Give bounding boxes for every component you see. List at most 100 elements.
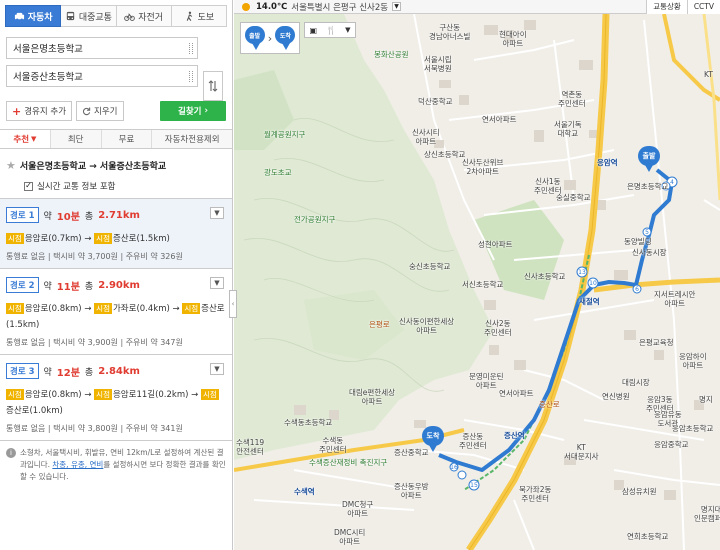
tab-shortest-label: 최단 [67, 135, 84, 145]
calculation-note: i 소형차, 서울택시비, 휘발유, 연비 12km/L로 설정하여 계산된 결… [0, 440, 232, 483]
checkbox-checked-icon: ✓ [24, 181, 33, 191]
destination-input[interactable]: 서울증산초등학교 [6, 65, 198, 87]
map-label: 수색119 안전센터 [236, 438, 265, 456]
directions-panel: 자동차 대중교통 자전거 도보 서울은명초등학교 서울증산초등학교 + 경유지 … [0, 0, 233, 550]
route-roads: 시점 응암로(0.7km) → 시점 증산로(1.5km) [6, 231, 226, 247]
star-icon[interactable]: ★ [6, 159, 16, 172]
map-label: DMC청구 아파트 [342, 500, 374, 518]
drag-handle-icon[interactable] [189, 71, 193, 82]
map-label: 북가좌2동 주민센터 [519, 485, 552, 503]
info-icon: i [6, 448, 16, 458]
chevron-down-icon[interactable]: ▼ [210, 207, 224, 219]
map-label: 수색증산재정비 촉진지구 [309, 458, 388, 467]
route-inputs: 서울은명초등학교 서울증산초등학교 [0, 27, 232, 101]
svg-text:16: 16 [450, 464, 458, 471]
svg-text:4: 4 [670, 179, 674, 186]
bus-icon [66, 11, 74, 20]
chevron-down-icon[interactable]: ▼ [345, 26, 350, 34]
traffic-status-button[interactable]: 교통상황 [646, 0, 687, 14]
route-stats: 통행료 없음 | 택시비 약 3,700원 | 주유비 약 326원 [6, 252, 183, 261]
map-label: 서울기독 대학교 [554, 120, 582, 138]
action-bar: + 경유지 추가 지우기 길찾기 › [0, 93, 232, 121]
mode-car-button[interactable]: 자동차 [5, 5, 62, 27]
road-badge: 시점 [6, 233, 24, 244]
route-roads: 시점 응암로(0.8km) → 시점 응암로11길(0.2km) → 시점증산로(1… [6, 387, 226, 419]
vehicle-settings-link[interactable]: 차종, 유종, 연비 [52, 460, 103, 469]
route-stats: 통행료 없음 | 택시비 약 3,800원 | 주유비 약 341원 [6, 424, 183, 433]
realtime-traffic-checkbox[interactable]: ✓ 실시간 교통 정보 포함 [24, 180, 226, 192]
map-label: 상신초등학교 [424, 150, 466, 159]
map-label: 연서아파트 [482, 115, 517, 124]
restaurant-icon[interactable]: 🍴 [326, 26, 336, 35]
map-label: 은평로 [369, 320, 390, 329]
mode-bike-button[interactable]: 자전거 [116, 5, 172, 27]
legend-origin-label: 출발 [249, 32, 261, 40]
origin-input[interactable]: 서울은명초등학교 [6, 37, 198, 59]
add-waypoint-button[interactable]: + 경유지 추가 [6, 101, 73, 121]
origin-pin[interactable]: 출발 [638, 146, 660, 172]
destination-pin-label: 도착 [426, 432, 440, 440]
map-label: 연신병원 [602, 392, 630, 401]
destination-pin[interactable]: 도착 [422, 426, 444, 452]
map-label: 광도초교 [264, 168, 292, 177]
road-badge: 시점 [200, 389, 219, 400]
transport-mode-tabs: 자동차 대중교통 자전거 도보 [0, 0, 232, 27]
tab-recommended[interactable]: 추천 ▼ [0, 130, 51, 148]
map-label: 새절역 [579, 297, 600, 306]
route-option-1[interactable]: 경로 1 약 10분 총 2.71km ▼ 시점 응암로(0.7km) → 시점 증… [0, 198, 232, 268]
map-label: 숭신초등학교 [409, 262, 451, 271]
refresh-icon [83, 106, 91, 115]
mode-transit-button[interactable]: 대중교통 [61, 5, 117, 27]
road-badge: 시점 [182, 303, 201, 314]
walking-icon [186, 11, 192, 21]
tab-free[interactable]: 무료 [101, 130, 153, 148]
map-label: 수색동초등학교 [284, 418, 333, 427]
map-label: 봉화산공원 [374, 50, 409, 59]
mode-car-label: 자동차 [27, 12, 53, 23]
chevron-down-icon[interactable]: ▼ [210, 363, 224, 375]
clear-button[interactable]: 지우기 [76, 101, 124, 121]
legend-origin-pin: 출발 [244, 26, 265, 50]
map-label: 증산역 [504, 431, 525, 440]
cctv-button[interactable]: CCTV [686, 0, 720, 14]
mode-walk-button[interactable]: 도보 [171, 5, 227, 27]
route-option-3[interactable]: 경로 3 약 12분 총 2.84km ▼ 시점 응암로(0.8km) → 시점 응… [0, 354, 232, 440]
bus-stop-icon[interactable]: ▣ [310, 26, 318, 35]
tab-exclude-expressway[interactable]: 자동차전용제외 [152, 130, 232, 148]
map-poi-filter[interactable]: ▣ 🍴 ▼ [304, 22, 356, 38]
map-view[interactable]: 4 5 6 10 13 16 15 구산동 경남아너스빌 현대아이 아파트 서울시립 서북병원 … [234, 0, 720, 550]
map-label: DMC시티 아파트 [334, 528, 366, 546]
road-segment: 응암로(0.8km) [24, 304, 82, 314]
swap-route-button[interactable] [203, 71, 223, 101]
map-label: 증산동우방 아파트 [394, 482, 429, 500]
route-header: 경로 2 약 11분 총 2.90km [6, 277, 226, 293]
route-distance: 2.90km [98, 279, 140, 291]
map-label: 성현아파트 [478, 240, 513, 249]
route-option-2[interactable]: 경로 2 약 11분 총 2.90km ▼ 시점 응암로(0.8km) → 시점 가… [0, 268, 232, 354]
panel-collapse-button[interactable]: ‹ [229, 290, 237, 318]
road-badge: 시점 [6, 389, 24, 400]
route-option-tabs: 추천 ▼ 최단 무료 자동차전용제외 [0, 129, 232, 149]
map-label: 월계공원지구 [264, 130, 306, 139]
origin-value: 서울은명초등학교 [13, 44, 83, 55]
find-route-button[interactable]: 길찾기 › [160, 101, 226, 121]
map-label: 대림시장 [622, 378, 650, 387]
distance-prefix: 총 [84, 211, 94, 222]
chevron-down-icon[interactable]: ▼ [392, 2, 402, 11]
chevron-left-icon: ‹ [231, 300, 235, 308]
road-badge: 시점 [94, 303, 112, 314]
map-canvas[interactable]: 4 5 6 10 13 16 15 [234, 0, 720, 550]
tab-recommended-label: 추천 [13, 135, 30, 145]
note-text-2: 를 설정하시면 보다 정확한 결과를 확인할 수 있습니다. [20, 460, 226, 481]
map-label: 응암중학교 [654, 440, 689, 449]
plus-icon: + [12, 104, 22, 118]
drag-handle-icon[interactable] [189, 43, 193, 54]
road-segment: 응암로11길(0.2km) [112, 390, 189, 400]
map-label: 대림e편한세상 아파트 [349, 388, 396, 406]
chevron-down-icon[interactable]: ▼ [210, 277, 224, 289]
map-label: 신사동이편한세상 아파트 [399, 317, 455, 335]
route-pin-legend[interactable]: 출발 › 도착 [240, 22, 300, 54]
tab-shortest[interactable]: 최단 [50, 130, 102, 148]
origin-pin-label: 출발 [642, 152, 656, 160]
map-label: 신사두산위브 2차아파트 [462, 158, 504, 176]
